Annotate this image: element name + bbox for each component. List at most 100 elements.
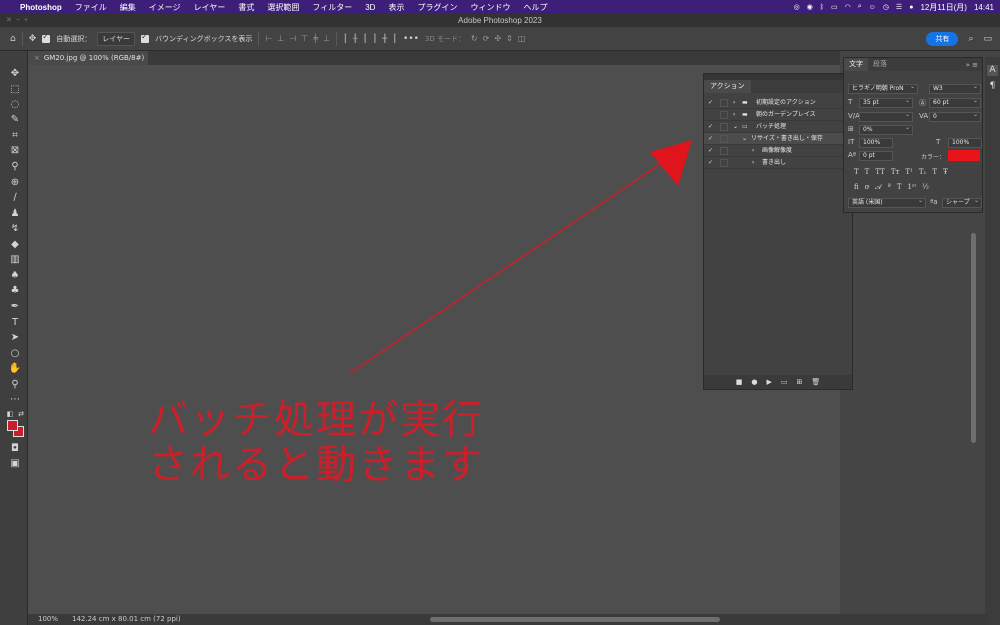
search-icon[interactable]: ⌕ <box>968 34 973 44</box>
underline-icon[interactable]: T <box>932 168 937 176</box>
checkmark-icon[interactable]: ✓ <box>708 145 713 157</box>
foreground-color-swatch[interactable] <box>7 420 18 431</box>
3d-pan-icon[interactable]: ✣ <box>494 34 501 43</box>
auto-select-checkbox[interactable] <box>42 32 51 43</box>
healing-tool-icon[interactable]: ⊕ <box>8 176 22 190</box>
minimize-window-icon[interactable]: − <box>16 14 20 27</box>
menu-file[interactable]: ファイル <box>75 2 107 13</box>
dialog-toggle[interactable] <box>720 99 728 107</box>
new-set-icon[interactable]: ▭ <box>781 378 788 386</box>
dialog-toggle[interactable] <box>720 147 728 155</box>
text-color-swatch[interactable] <box>948 150 980 161</box>
checkmark-icon[interactable]: ✓ <box>708 157 713 169</box>
tab-paragraph[interactable]: 段落 <box>868 58 892 71</box>
shape-tool-icon[interactable]: ○ <box>8 347 22 361</box>
dialog-toggle[interactable] <box>720 111 728 119</box>
more-tools-icon[interactable]: ⋯ <box>8 393 22 407</box>
battery-icon[interactable]: ▭ <box>831 3 838 11</box>
wifi-icon[interactable]: ◠ <box>845 3 851 11</box>
quick-select-tool-icon[interactable]: ✎ <box>8 113 22 127</box>
3d-slide-icon[interactable]: ⇕ <box>506 34 513 43</box>
document-size[interactable]: 142.24 cm x 80.01 cm (72 ppi) <box>72 614 181 625</box>
expand-icon[interactable]: › <box>733 109 735 121</box>
checkmark-icon[interactable]: ✓ <box>708 121 713 133</box>
expand-icon[interactable]: › <box>752 157 754 169</box>
menu-image[interactable]: イメージ <box>149 2 181 13</box>
screen-mode-icon[interactable]: ▣ <box>8 457 22 471</box>
menu-help[interactable]: ヘルプ <box>523 2 547 13</box>
action-row[interactable]: ✓ ⌄ ▭ バッチ処理 <box>704 121 852 133</box>
all-caps-icon[interactable]: TT <box>875 168 884 176</box>
ligature-icon[interactable]: ﬁ <box>854 183 859 192</box>
dodge-tool-icon[interactable]: ♣ <box>8 284 22 298</box>
anti-alias-select[interactable]: シャープ <box>942 197 982 208</box>
faux-italic-icon[interactable]: T <box>865 168 870 176</box>
panel-menu-icon[interactable]: » ≡ <box>966 61 982 69</box>
layer-select[interactable]: レイヤー <box>97 31 136 46</box>
close-window-icon[interactable]: ✕ <box>6 14 12 27</box>
menu-date[interactable]: 12月11日(月) <box>920 2 967 13</box>
swash-icon[interactable]: 𝒜 <box>875 183 882 192</box>
dialog-toggle[interactable] <box>720 135 728 143</box>
action-step-row[interactable]: ✓ › 画像解像度 <box>704 145 852 157</box>
distribute-vcenter-icon[interactable]: ╂ <box>353 34 358 43</box>
expand-icon[interactable]: › <box>752 145 754 157</box>
clock-icon[interactable]: ◷ <box>883 3 889 11</box>
marquee-tool-icon[interactable]: ⬚ <box>8 83 22 97</box>
zoom-tool-icon[interactable]: ⚲ <box>8 378 22 392</box>
checkmark-icon[interactable]: ✓ <box>708 133 713 145</box>
baseline-shift-field[interactable]: 0 pt <box>859 151 893 161</box>
dialog-toggle[interactable] <box>720 123 728 131</box>
eraser-tool-icon[interactable]: ◆ <box>8 238 22 252</box>
sync-icon[interactable]: ◉ <box>807 3 813 11</box>
align-top-icon[interactable]: ⊤ <box>301 34 308 43</box>
vertical-scale-field[interactable]: 100% <box>859 138 893 148</box>
subscript-icon[interactable]: T₁ <box>919 168 926 176</box>
menu-filter[interactable]: フィルター <box>312 2 352 13</box>
3d-orbit-icon[interactable]: ↻ <box>471 34 478 43</box>
menu-type[interactable]: 書式 <box>238 2 254 13</box>
quick-mask-icon[interactable]: ◘ <box>8 442 22 456</box>
document-tab[interactable]: × GM20.jpg @ 100% (RGB/8#) <box>28 51 148 65</box>
hand-tool-icon[interactable]: ✋ <box>8 362 22 376</box>
menu-layer[interactable]: レイヤー <box>194 2 226 13</box>
zoom-window-icon[interactable]: + <box>24 14 28 27</box>
action-step-row[interactable]: ✓ › 書き出し <box>704 157 852 169</box>
workspace-icon[interactable]: ▭ <box>983 34 992 44</box>
menu-app-name[interactable]: Photoshop <box>20 3 62 12</box>
close-tab-icon[interactable]: × <box>34 54 40 62</box>
lasso-tool-icon[interactable]: ◌ <box>8 98 22 112</box>
distribute-top-icon[interactable]: ┃ <box>343 34 348 43</box>
distribute-right-icon[interactable]: ┃ <box>392 34 397 43</box>
horizontal-scale-field[interactable]: 100% <box>948 138 982 148</box>
paragraph-panel-icon[interactable]: ¶ <box>987 81 998 92</box>
stop-icon[interactable]: ■ <box>736 378 743 386</box>
font-family-select[interactable]: ヒラギノ明朝 ProN <box>848 83 918 94</box>
stylistic-icon[interactable]: ª <box>888 183 891 192</box>
control-center-icon[interactable]: ☰ <box>896 3 902 11</box>
menu-select[interactable]: 選択範囲 <box>267 2 299 13</box>
tracking-field[interactable]: 0 <box>929 111 981 122</box>
align-left-icon[interactable]: ⊢ <box>265 34 272 43</box>
share-button[interactable]: 共有 <box>926 31 959 46</box>
align-center-icon[interactable]: ⊥ <box>277 34 284 43</box>
trash-icon[interactable]: 🗑 <box>811 378 820 386</box>
horizontal-scrollbar[interactable] <box>430 617 720 622</box>
kerning-field[interactable] <box>859 111 913 122</box>
fraction-icon[interactable]: ½ <box>922 183 929 192</box>
menu-time[interactable]: 14:41 <box>974 3 994 12</box>
action-row[interactable]: ✓ › ▬ 初期設定のアクション <box>704 97 852 109</box>
gradient-tool-icon[interactable]: ▥ <box>8 253 22 267</box>
menu-edit[interactable]: 編集 <box>120 2 136 13</box>
menu-plugins[interactable]: プラグイン <box>417 2 457 13</box>
distribute-bottom-icon[interactable]: ┃ <box>363 34 368 43</box>
record-icon[interactable]: ● <box>751 378 757 386</box>
action-row[interactable]: › ▬ 朝のガーデンプレイス <box>704 109 852 121</box>
creative-cloud-icon[interactable]: ◎ <box>794 3 800 11</box>
superscript-icon[interactable]: T¹ <box>905 168 912 176</box>
menu-window[interactable]: ウィンドウ <box>470 2 510 13</box>
font-size-field[interactable]: 35 pt <box>859 97 913 108</box>
crop-tool-icon[interactable]: ⌗ <box>8 129 22 143</box>
menu-3d[interactable]: 3D <box>365 3 375 12</box>
type-tool-icon[interactable]: T <box>8 316 22 330</box>
